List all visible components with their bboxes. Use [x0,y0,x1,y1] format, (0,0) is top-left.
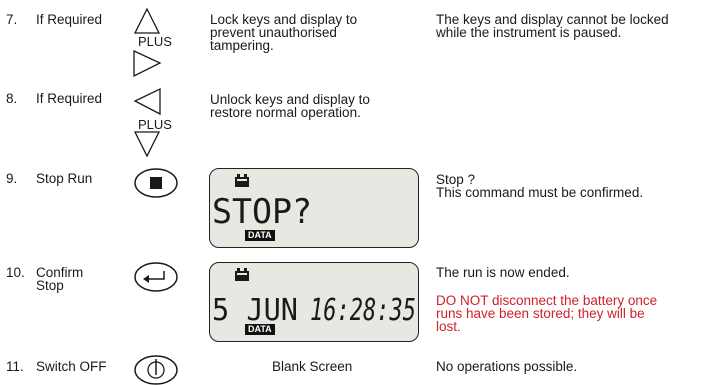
lcd-time: 16:28:35 [310,293,416,328]
data-badge: DATA [245,230,275,241]
step-number: 7. [6,12,18,27]
stop-key[interactable] [132,168,180,198]
lcd-text: STOP? [212,192,312,232]
plus-key-label: PLUS [138,117,172,132]
battery-icon [235,268,249,281]
data-badge: DATA [245,324,275,335]
stop-icon [150,177,162,189]
battery-warning: DO NOT disconnect the battery once runs … [436,293,658,334]
blank-screen-label: Blank Screen [272,359,353,374]
step-number: 9. [6,171,18,186]
lcd-display: 5 JUN 16:28:35 DATA [209,262,419,342]
step-action: Stop Run [36,171,93,186]
lcd-date: 5 JUN [212,293,298,328]
step-number: 11. [6,359,24,374]
enter-key[interactable] [132,262,180,292]
lcd-display: STOP? DATA [209,168,419,248]
left-triangle-icon[interactable] [133,87,161,116]
up-triangle-icon[interactable] [133,7,161,34]
down-triangle-icon[interactable] [133,131,161,158]
battery-icon [235,174,249,187]
power-key[interactable] [132,355,180,385]
plus-key-label: PLUS [138,34,172,49]
step-action: If Required [36,12,103,27]
plus-key-combination[interactable]: PLUS [132,87,180,160]
step-note: The run is now ended. [436,265,570,280]
step-description: Unlock keys and display to restore norma… [210,92,370,120]
step-note: Stop ? This command must be confirmed. [436,172,644,200]
step-note: The keys and display cannot be locked wh… [436,12,669,40]
step-action: Confirm Stop [36,265,84,293]
right-triangle-icon[interactable] [133,49,162,78]
step-description: Lock keys and display to prevent unautho… [210,12,358,53]
step-action: If Required [36,91,103,106]
step-action: Switch OFF [36,359,107,374]
step-number: 10. [6,265,25,280]
power-icon [147,359,165,379]
step-number: 8. [6,91,18,106]
enter-arrow-icon [143,271,165,283]
plus-key-combination[interactable]: PLUS [132,7,180,80]
step-note: No operations possible. [436,359,578,374]
